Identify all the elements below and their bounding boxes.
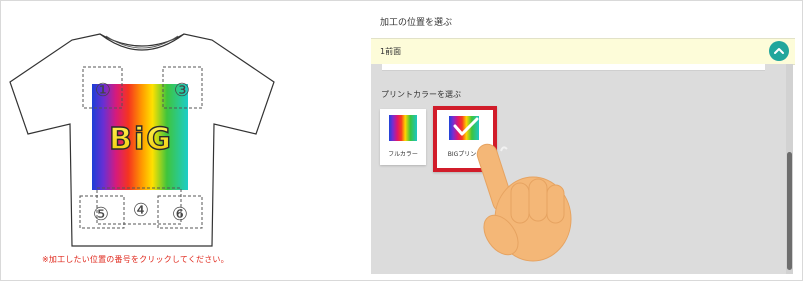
accordion-label: 1前面	[380, 47, 402, 56]
position-number-5[interactable]: ⑤	[93, 204, 109, 225]
fullcolor-thumbnail	[389, 115, 417, 141]
position-number-4[interactable]: ④	[133, 200, 149, 221]
accordion-header-front[interactable]: 1前面	[371, 38, 795, 65]
pointing-hand-icon	[476, 143, 572, 262]
position-number-6[interactable]: ⑥	[172, 204, 188, 225]
scrollbar[interactable]	[786, 64, 793, 274]
choose-color-label: プリントカラーを選ぶ	[381, 90, 461, 99]
position-number-1[interactable]: ①	[95, 80, 111, 101]
scrollbar-thumb[interactable]	[787, 152, 792, 270]
tshirt-position-picker: ① ③ ④ ⑤ ⑥ BiG ※加工したい位置の番号をクリックしてください。	[0, 0, 340, 281]
tshirt-illustration: ① ③ ④ ⑤ ⑥ BiG	[9, 33, 275, 247]
position-number-3[interactable]: ③	[174, 80, 190, 101]
section-title: 加工の位置を選ぶ	[380, 18, 453, 28]
previous-option-strip	[382, 64, 765, 71]
color-option-fullcolor[interactable]: フルカラー	[380, 109, 426, 165]
instruction-notice: ※加工したい位置の番号をクリックしてください。	[42, 255, 229, 264]
chevron-up-icon	[774, 48, 784, 54]
option-label-fullcolor: フルカラー	[388, 151, 418, 158]
accordion-body: プリントカラーを選ぶ フルカラー BIGプリント	[371, 64, 793, 274]
accordion-toggle-button[interactable]	[769, 41, 789, 61]
big-logo: BiG	[109, 122, 173, 157]
